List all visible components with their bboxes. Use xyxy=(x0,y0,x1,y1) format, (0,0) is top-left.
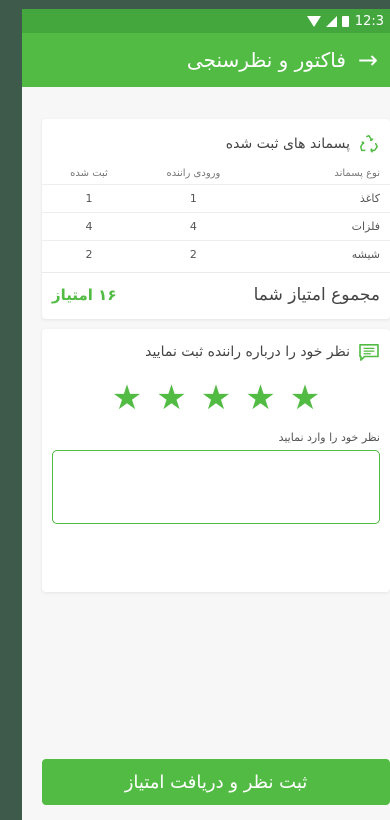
app-bar: فاکتور و نظرسنجی → xyxy=(22,33,390,87)
phone-screen: 12:3 فاکتور و نظرسنجی → پسماند های ثبت ش… xyxy=(22,9,390,820)
table-header-row: نوع پسماند ورودی راننده ثبت شده xyxy=(42,163,390,185)
status-bar: 12:3 xyxy=(22,9,390,33)
cell-driver-input: 4 xyxy=(135,212,251,241)
comment-input[interactable] xyxy=(52,450,380,524)
cell-registered: 1 xyxy=(42,184,136,213)
cell-type: کاغذ xyxy=(250,184,390,213)
total-score-row: مجموع امتیاز شما ۱۶ امتیاز xyxy=(42,272,390,317)
submit-button[interactable]: ثبت نظر و دریافت امتیاز xyxy=(42,759,390,805)
rating-stars: ★ ★ ★ ★ ★ xyxy=(42,381,390,415)
cell-registered: 2 xyxy=(42,240,136,268)
status-icons xyxy=(306,15,349,27)
recycle-icon xyxy=(360,135,378,153)
signal-icon xyxy=(325,15,337,27)
table-row: فلزات 4 4 xyxy=(42,212,390,241)
comment-input-label: نظر خود را وارد نمایید xyxy=(278,431,380,444)
cell-driver-input: 1 xyxy=(135,184,251,213)
waste-card: پسماند های ثبت شده نوع پسماند ورودی رانن… xyxy=(42,119,390,319)
star-icon[interactable]: ★ xyxy=(156,381,186,415)
comment-icon xyxy=(359,343,379,361)
star-icon[interactable]: ★ xyxy=(112,381,142,415)
table-row: شیشه 2 2 xyxy=(42,240,390,268)
page-title: فاکتور و نظرسنجی xyxy=(186,48,346,72)
wifi-icon xyxy=(306,15,321,27)
comment-card-header: نظر خود را درباره راننده ثبت نمایید xyxy=(42,329,390,369)
status-time: 12:3 xyxy=(354,13,384,29)
waste-card-title: پسماند های ثبت شده xyxy=(225,136,350,152)
table-row: کاغذ 1 1 xyxy=(42,184,390,213)
star-icon[interactable]: ★ xyxy=(245,381,275,415)
column-header-type: نوع پسماند xyxy=(334,168,380,179)
waste-card-header: پسماند های ثبت شده xyxy=(42,119,390,163)
cell-registered: 4 xyxy=(42,212,136,241)
column-header-driver-input: ورودی راننده xyxy=(166,168,221,179)
waste-table: نوع پسماند ورودی راننده ثبت شده کاغذ 1 1… xyxy=(42,163,390,268)
comment-card: نظر خود را درباره راننده ثبت نمایید ★ ★ … xyxy=(42,329,390,592)
cell-driver-input: 2 xyxy=(135,240,251,268)
battery-icon xyxy=(341,15,349,27)
total-score-label: مجموع امتیاز شما xyxy=(253,285,380,305)
star-icon[interactable]: ★ xyxy=(290,381,320,415)
comment-card-title: نظر خود را درباره راننده ثبت نمایید xyxy=(145,344,350,360)
arrow-icon[interactable]: → xyxy=(358,48,378,72)
cell-type: شیشه xyxy=(250,240,390,268)
cell-type: فلزات xyxy=(250,212,390,241)
column-header-registered: ثبت شده xyxy=(70,168,108,179)
total-score-value: ۱۶ امتیاز xyxy=(52,286,117,304)
star-icon[interactable]: ★ xyxy=(201,381,231,415)
